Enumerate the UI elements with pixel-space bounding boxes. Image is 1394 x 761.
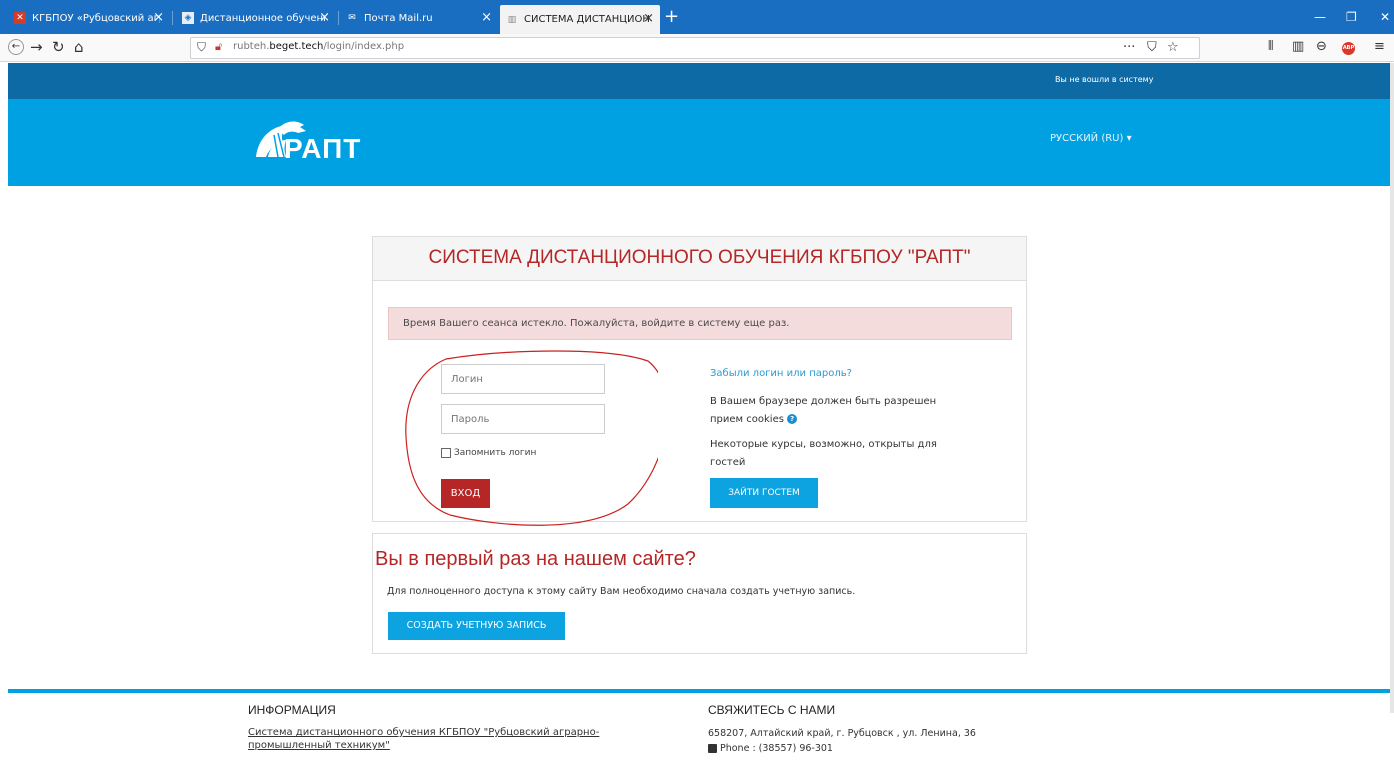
site-footer: ИНФОРМАЦИЯ Система дистанционного обучен… <box>8 693 1390 761</box>
close-tab-icon[interactable]: × <box>319 10 330 26</box>
language-menu[interactable]: РУССКИЙ (RU) ▾ <box>1050 133 1132 144</box>
address-bar[interactable]: ⛉ 🔓︎ rubteh.beget.tech/login/index.php ·… <box>190 37 1200 59</box>
url-text[interactable]: rubteh.beget.tech/login/index.php <box>233 41 404 52</box>
minimize-icon[interactable]: — <box>1314 10 1326 24</box>
mail-favicon-icon: ✉ <box>348 13 356 23</box>
forward-button-icon[interactable]: → <box>30 39 43 56</box>
shield-favicon-icon: ◈ <box>182 12 194 24</box>
tab-moodle-active[interactable]: ▥ СИСТЕМА ДИСТАНЦИОННО × <box>500 5 660 34</box>
site-header: РАПТ РУССКИЙ (RU) ▾ <box>8 99 1390 186</box>
page-scrollbar[interactable] <box>1390 63 1394 713</box>
account-icon[interactable]: ⊖ <box>1316 39 1327 54</box>
tab-separator <box>172 11 173 25</box>
info-link[interactable]: Система дистанционного обучения КГБПОУ "… <box>248 726 638 752</box>
menu-icon[interactable]: ≡ <box>1374 39 1385 54</box>
tab-mail[interactable]: ✉ Почта Mail.ru × <box>340 7 498 29</box>
tab-label: СИСТЕМА ДИСТАНЦИОННО <box>524 14 649 25</box>
tab-label: Дистанционное обучение <box>200 12 325 24</box>
navigation-bar: ← → ↻ ⌂ ⛉ 🔓︎ rubteh.beget.tech/login/ind… <box>0 34 1394 62</box>
sidebar-icon[interactable]: ▥ <box>1292 39 1304 54</box>
create-account-button[interactable]: СОЗДАТЬ УЧЕТНУЮ ЗАПИСЬ <box>388 612 565 640</box>
url-path: /login/index.php <box>323 41 405 52</box>
cookies-text: В Вашем браузере должен быть разрешен пр… <box>710 396 937 425</box>
page-title: СИСТЕМА ДИСТАНЦИОННОГО ОБУЧЕНИЯ КГБПОУ "… <box>428 247 971 268</box>
session-expired-alert: Время Вашего сеанса истекло. Пожалуйста,… <box>388 307 1012 340</box>
guest-login-button[interactable]: ЗАЙТИ ГОСТЕМ <box>710 478 818 508</box>
red-hand-drawn-circle <box>405 350 658 526</box>
contact-address: 658207, Алтайский край, г. Рубцовск , ул… <box>708 728 976 739</box>
moodle-favicon-icon: ▥ <box>507 14 517 25</box>
url-prefix: rubteh. <box>233 41 270 52</box>
browser-window: ✕ КГБПОУ «Рубцовский аграрно × ◈ Дистанц… <box>0 0 1394 761</box>
contact-phone: Phone : (38557) 96-301 <box>708 743 833 754</box>
back-button-icon[interactable]: ← <box>8 39 24 55</box>
phone-icon <box>708 744 717 753</box>
login-card-header: СИСТЕМА ДИСТАНЦИОННОГО ОБУЧЕНИЯ КГБПОУ "… <box>373 237 1026 281</box>
insecure-lock-icon[interactable]: 🔓︎ <box>215 40 222 54</box>
contact-heading: СВЯЖИТЕСЬ С НАМИ <box>708 703 836 717</box>
tab-college[interactable]: ✕ КГБПОУ «Рубцовский аграрно × <box>8 7 170 29</box>
close-tab-icon[interactable]: × <box>153 10 164 26</box>
tab-label: КГБПОУ «Рубцовский аграрно <box>32 12 160 24</box>
library-icon[interactable]: ⫴ <box>1268 39 1273 54</box>
alert-text: Время Вашего сеанса истекло. Пожалуйста,… <box>403 318 790 329</box>
home-icon[interactable]: ⌂ <box>74 39 84 56</box>
logo-text: РАПТ <box>284 133 362 164</box>
phone-text: Phone : (38557) 96-301 <box>720 743 833 754</box>
signup-card: Вы в первый раз на нашем сайте? Для полн… <box>372 533 1027 654</box>
close-tab-icon[interactable]: × <box>481 10 492 26</box>
reload-icon[interactable]: ↻ <box>52 39 65 56</box>
info-heading: ИНФОРМАЦИЯ <box>248 703 336 717</box>
tab-distance-learning[interactable]: ◈ Дистанционное обучение × <box>176 7 336 29</box>
close-tab-icon[interactable]: × <box>643 11 654 27</box>
guest-notice: Некоторые курсы, возможно, открыты для г… <box>710 439 937 468</box>
help-icon[interactable]: ? <box>787 414 798 424</box>
login-status[interactable]: Вы не вошли в систему <box>1055 75 1153 84</box>
url-host: beget.tech <box>269 41 324 52</box>
tab-bar: ✕ КГБПОУ «Рубцовский аграрно × ◈ Дистанц… <box>0 0 1394 34</box>
restore-icon[interactable]: ❐ <box>1346 10 1357 24</box>
forgot-password-link[interactable]: Забыли логин или пароль? <box>710 368 852 379</box>
signup-title: Вы в первый раз на нашем сайте? <box>375 548 696 570</box>
cookies-notice: В Вашем браузере должен быть разрешен пр… <box>710 393 960 429</box>
college-favicon-icon: ✕ <box>14 12 26 24</box>
login-card: СИСТЕМА ДИСТАНЦИОННОГО ОБУЧЕНИЯ КГБПОУ "… <box>372 236 1027 526</box>
signup-text: Для полноценного доступа к этому сайту В… <box>387 586 856 597</box>
page-actions-icon[interactable]: ··· <box>1123 40 1135 55</box>
tracking-shield-icon[interactable]: ⛉ <box>197 40 206 55</box>
bookmark-star-icon[interactable]: ☆ <box>1167 40 1179 55</box>
new-tab-button[interactable]: + <box>664 8 679 26</box>
tab-separator <box>338 11 339 25</box>
site-top-strip: Вы не вошли в систему <box>8 63 1390 99</box>
pocket-icon[interactable]: ⛉ <box>1147 40 1157 55</box>
adblock-icon[interactable]: ABP <box>1342 42 1355 55</box>
tab-label: Почта Mail.ru <box>364 12 433 24</box>
close-window-icon[interactable]: ✕ <box>1380 10 1390 24</box>
